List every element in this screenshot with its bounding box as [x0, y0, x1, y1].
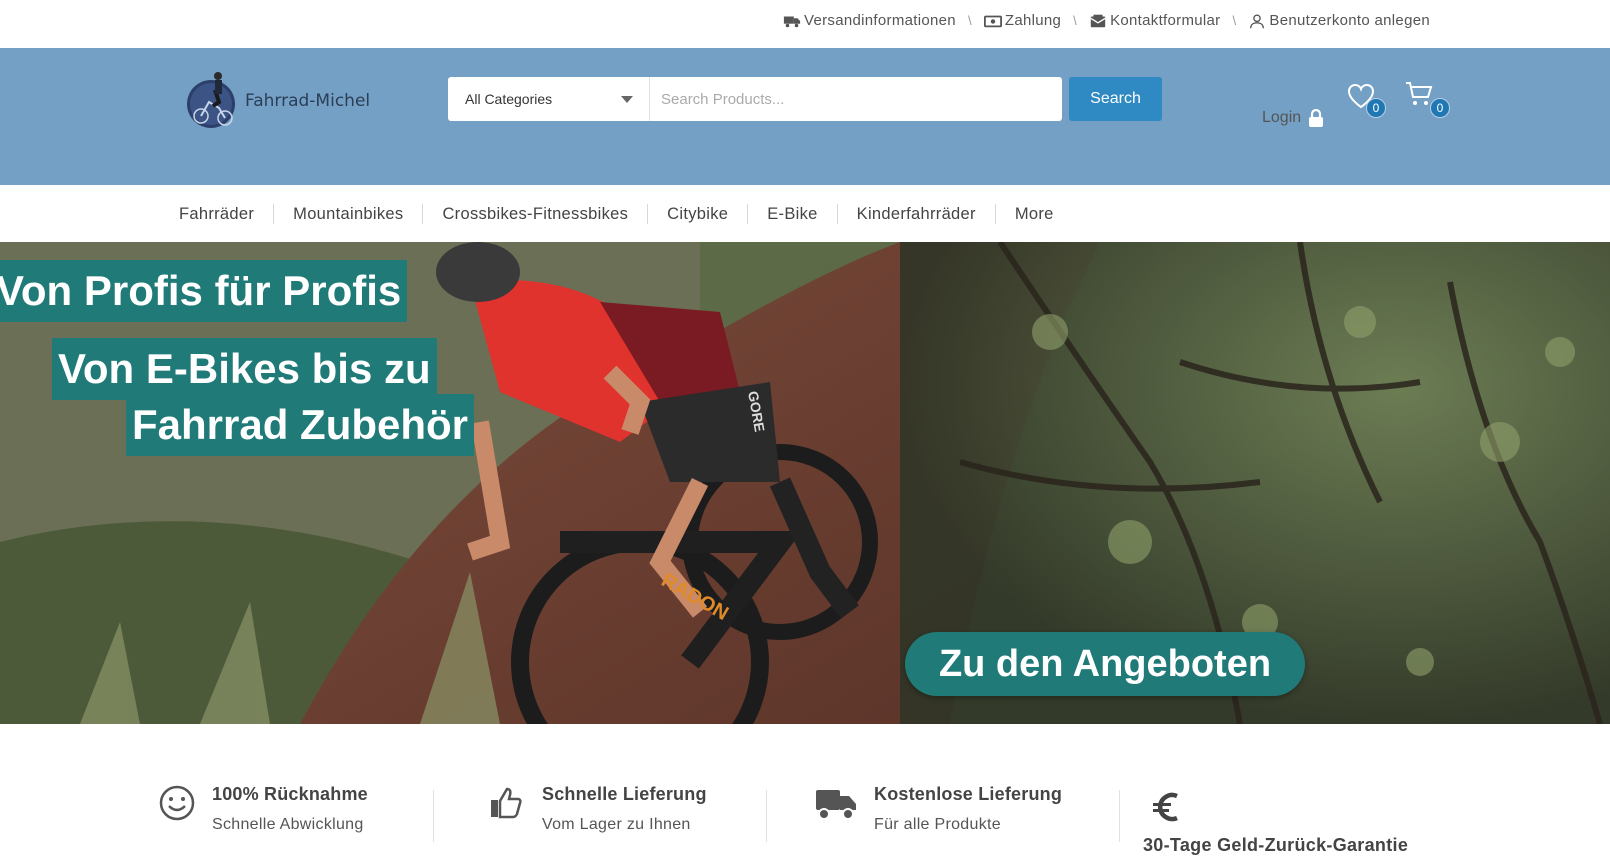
truck-icon [783, 16, 801, 27]
cart-button[interactable]: 0 [1404, 80, 1450, 118]
cart-count-badge: 0 [1430, 98, 1450, 118]
search-button[interactable]: Search [1069, 77, 1162, 121]
nav-item-mountainbikes[interactable]: Mountainbikes [273, 204, 422, 224]
cart-icon [1406, 82, 1433, 105]
top-bar: Versandinformationen \ Zahlung \ Kontakt… [0, 0, 1610, 48]
feature-title: Schnelle Lieferung [542, 784, 707, 804]
feature-title: 30-Tage Geld-Zurück-Garantie [1143, 835, 1409, 855]
payment-link[interactable]: Zahlung [983, 12, 1062, 29]
main-nav: Fahrräder Mountainbikes Crossbikes-Fitne… [0, 185, 1610, 242]
divider [766, 790, 767, 842]
thumbs-up-icon [491, 787, 522, 819]
category-select-value: All Categories [465, 91, 553, 107]
search-bar: All Categories [448, 77, 1062, 121]
user-icon [1250, 13, 1265, 28]
nav-item-more[interactable]: More [994, 204, 1073, 224]
feature-free-shipping: Kostenlose Lieferung Für alle Produkte [814, 784, 1062, 834]
separator: \ [1073, 13, 1078, 28]
nav-item-crossbikes[interactable]: Crossbikes-Fitnessbikes [422, 204, 647, 224]
feature-subtitle: Schnelle Abwicklung [212, 816, 364, 833]
top-links: Versandinformationen \ Zahlung \ Kontakt… [783, 12, 1430, 29]
truck-icon [816, 790, 856, 820]
feature-money-back: 30-Tage Geld-Zurück-Garantie [1143, 788, 1408, 856]
hero-headline-2: Von E-Bikes bis zu [52, 338, 437, 401]
nav-item-ebike[interactable]: E-Bike [747, 204, 836, 224]
create-account-link[interactable]: Benutzerkonto anlegen [1248, 12, 1430, 29]
contact-form-label: Kontaktformular [1110, 12, 1221, 29]
category-select[interactable]: All Categories [448, 77, 650, 121]
separator: \ [1232, 13, 1237, 28]
cyclist-logo-icon [187, 72, 235, 128]
feature-return: 100% Rücknahme Schnelle Abwicklung [158, 784, 368, 834]
wishlist-button[interactable]: 0 [1346, 82, 1386, 118]
feature-title: 100% Rücknahme [212, 784, 368, 804]
logo[interactable]: Fahrrad-Michel [185, 68, 370, 130]
euro-icon [1153, 792, 1178, 822]
login-label: Login [1262, 109, 1302, 126]
divider [433, 790, 434, 842]
search-input[interactable] [650, 77, 1062, 121]
mail-icon [1090, 14, 1106, 27]
feature-subtitle: Für alle Produkte [874, 816, 1001, 833]
shipping-info-link[interactable]: Versandinformationen [783, 12, 956, 29]
lock-icon [1309, 108, 1324, 127]
hero-headline-3: Fahrrad Zubehör [126, 394, 475, 457]
login-link[interactable]: Login [1262, 108, 1325, 128]
hero-headline-1: Von Profis für Profis [0, 260, 408, 323]
shipping-info-label: Versandinformationen [804, 12, 956, 29]
nav-item-kinderfahrraeder[interactable]: Kinderfahrräder [836, 204, 995, 224]
caret-down-icon [621, 95, 633, 103]
wishlist-count-badge: 0 [1366, 98, 1386, 118]
logo-text: Fahrrad-Michel [245, 91, 371, 111]
feature-title: Kostenlose Lieferung [874, 784, 1063, 804]
create-account-label: Benutzerkonto anlegen [1269, 12, 1430, 29]
offers-cta-button[interactable]: Zu den Angeboten [905, 632, 1305, 696]
feature-subtitle: Vom Lager zu Ihnen [542, 816, 691, 833]
smiley-icon [159, 785, 195, 821]
feature-fast-delivery: Schnelle Lieferung Vom Lager zu Ihnen [488, 784, 707, 834]
hero-banner: RADON GORE Von Profis für Profis Von E-B… [0, 242, 1610, 724]
divider [1119, 790, 1120, 842]
nav-item-citybike[interactable]: Citybike [647, 204, 747, 224]
payment-label: Zahlung [1004, 12, 1062, 29]
features-row: 100% Rücknahme Schnelle Abwicklung Schne… [0, 724, 1610, 865]
money-icon [983, 15, 1002, 27]
contact-form-link[interactable]: Kontaktformular [1089, 12, 1220, 29]
header: Fahrrad-Michel All Categories Search Log… [0, 48, 1610, 185]
separator: \ [967, 13, 972, 28]
nav-item-fahrraeder[interactable]: Fahrräder [179, 204, 273, 224]
